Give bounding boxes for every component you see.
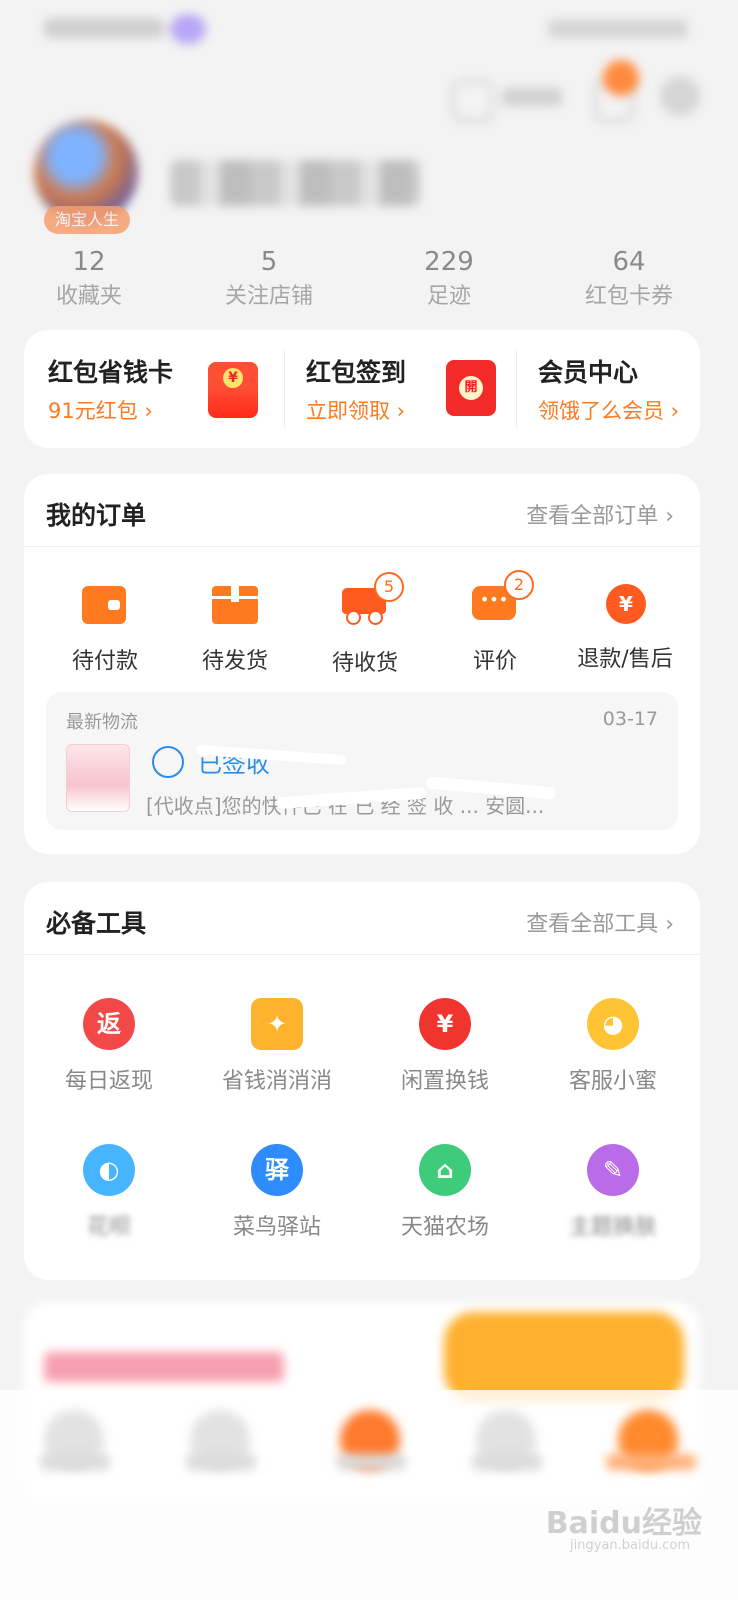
refund-icon: ¥ [606,584,646,624]
promo-subtitle: 立即领取 › [306,399,406,423]
cashback-icon: 返 [83,998,135,1050]
stat-value: 64 [612,247,646,277]
product-thumbnail [66,744,130,812]
package-icon [212,586,258,624]
stat-label: 红包卡券 [584,284,673,309]
tool-label: 天猫农场 [400,1215,489,1240]
tool-daily-cashback[interactable]: 返 每日返现 [24,998,194,1096]
message-badge [603,60,639,96]
scan-icon [452,80,494,122]
tool-label: 主题换肤 [568,1215,657,1240]
tool-label: 花呗 [86,1215,131,1240]
palette-icon: ✎ [587,1144,639,1196]
order-pending-receipt[interactable]: 5 待收货 [300,572,430,678]
promo-subtitle: 91元红包 › [48,399,153,423]
tool-idle-cash[interactable]: ¥ 闲置换钱 [360,998,530,1096]
order-review[interactable]: 2 评价 [430,570,560,676]
farm-icon: ⌂ [419,1144,471,1196]
stat-value: 5 [260,247,278,277]
scan-button[interactable] [452,80,562,122]
count-badge: 5 [374,572,404,602]
red-envelope-icon: ¥ [208,362,258,418]
stat-label: 足迹 [426,284,471,309]
order-pending-payment[interactable]: 待付款 [40,584,170,676]
red-packet-open-icon: 開 [446,360,496,416]
tool-label: 每日返现 [64,1069,153,1094]
count-badge: 2 [504,570,534,600]
stat-followed-stores[interactable]: 5 关注店铺 [204,246,334,312]
stat-label: 收藏夹 [55,284,122,309]
huabei-icon: ◐ [83,1144,135,1196]
promo-savings-card[interactable]: 红包省钱卡 91元红包 › [48,356,173,426]
baidu-watermark-url: jingyan.baidu.com [570,1538,690,1553]
order-label: 评价 [472,649,517,674]
carrier-indicator [44,18,164,38]
tool-save-match[interactable]: ✦ 省钱消消消 [192,998,362,1096]
tools-title: 必备工具 [46,909,147,938]
wallet-icon [82,586,126,624]
promo-member-center[interactable]: 会员中心 领饿了么会员 › [538,356,679,426]
tool-theme[interactable]: ✎ 主题换肤 [528,1144,698,1242]
promo-title: 红包省钱卡 [48,358,174,387]
orders-title: 我的订单 [46,501,147,530]
money-bag-icon: ¥ [419,998,471,1050]
promo-card: 红包省钱卡 91元红包 › ¥ 红包签到 立即领取 › 開 会员中心 领饿了么会… [24,330,700,448]
promo-title: 会员中心 [538,358,639,387]
order-refund[interactable]: ¥ 退款/售后 [560,584,690,674]
level-badge[interactable]: 淘宝人生 [44,206,130,234]
notification-dot [170,14,206,44]
tool-label: 省钱消消消 [221,1069,332,1094]
stat-label: 关注店铺 [224,284,313,309]
latest-logistics[interactable]: 最新物流 03-17 已签收 [代收点]您的快件已 在 已 经 签 收 ... … [46,692,678,830]
username-blurred[interactable] [170,160,420,206]
orders-card: 我的订单 查看全部订单 › 待付款 待发货 5 待收货 2 评价 ¥ 退款/售后… [24,474,700,854]
tool-customer-service[interactable]: ◕ 客服小蜜 [528,998,698,1096]
stat-coupons[interactable]: 64 红包卡券 [564,246,694,312]
logistics-date: 03-17 [602,708,658,730]
settings-icon[interactable] [660,76,700,116]
tool-cainiao[interactable]: 驿 菜鸟驿站 [192,1144,362,1242]
cainiao-icon: 驿 [251,1144,303,1196]
order-label: 待付款 [71,649,138,674]
service-bot-icon: ◕ [587,998,639,1050]
tool-tmall-farm[interactable]: ⌂ 天猫农场 [360,1144,530,1242]
tool-label: 菜鸟驿站 [232,1215,321,1240]
stat-footprints[interactable]: 229 足迹 [384,246,514,312]
baidu-watermark: Baidu经验 [545,1506,702,1541]
promo-subtitle: 领饿了么会员 › [538,399,680,423]
signed-smile-icon [152,746,184,778]
system-indicators [548,20,688,38]
order-label: 待收货 [331,651,398,676]
view-all-tools-link[interactable]: 查看全部工具 › [526,906,674,938]
stat-value: 12 [72,247,106,277]
tools-card: 必备工具 查看全部工具 › 返 每日返现 ✦ 省钱消消消 ¥ 闲置换钱 ◕ 客服… [24,882,700,1280]
promo-checkin[interactable]: 红包签到 立即领取 › [306,356,406,426]
stat-favorites[interactable]: 12 收藏夹 [24,246,154,312]
gift-icon: ✦ [251,998,303,1050]
tool-label: 客服小蜜 [568,1069,657,1094]
stat-value: 229 [424,247,474,277]
promo-title: 红包签到 [306,358,407,387]
order-pending-shipment[interactable]: 待发货 [170,584,300,676]
logistics-title: 最新物流 [66,712,138,733]
order-label: 待发货 [201,649,268,674]
status-bar [0,0,738,60]
tool-huabei[interactable]: ◐ 花呗 [24,1144,194,1242]
order-label: 退款/售后 [577,647,673,672]
view-all-orders-link[interactable]: 查看全部订单 › [526,498,674,530]
tool-label: 闲置换钱 [400,1069,489,1094]
